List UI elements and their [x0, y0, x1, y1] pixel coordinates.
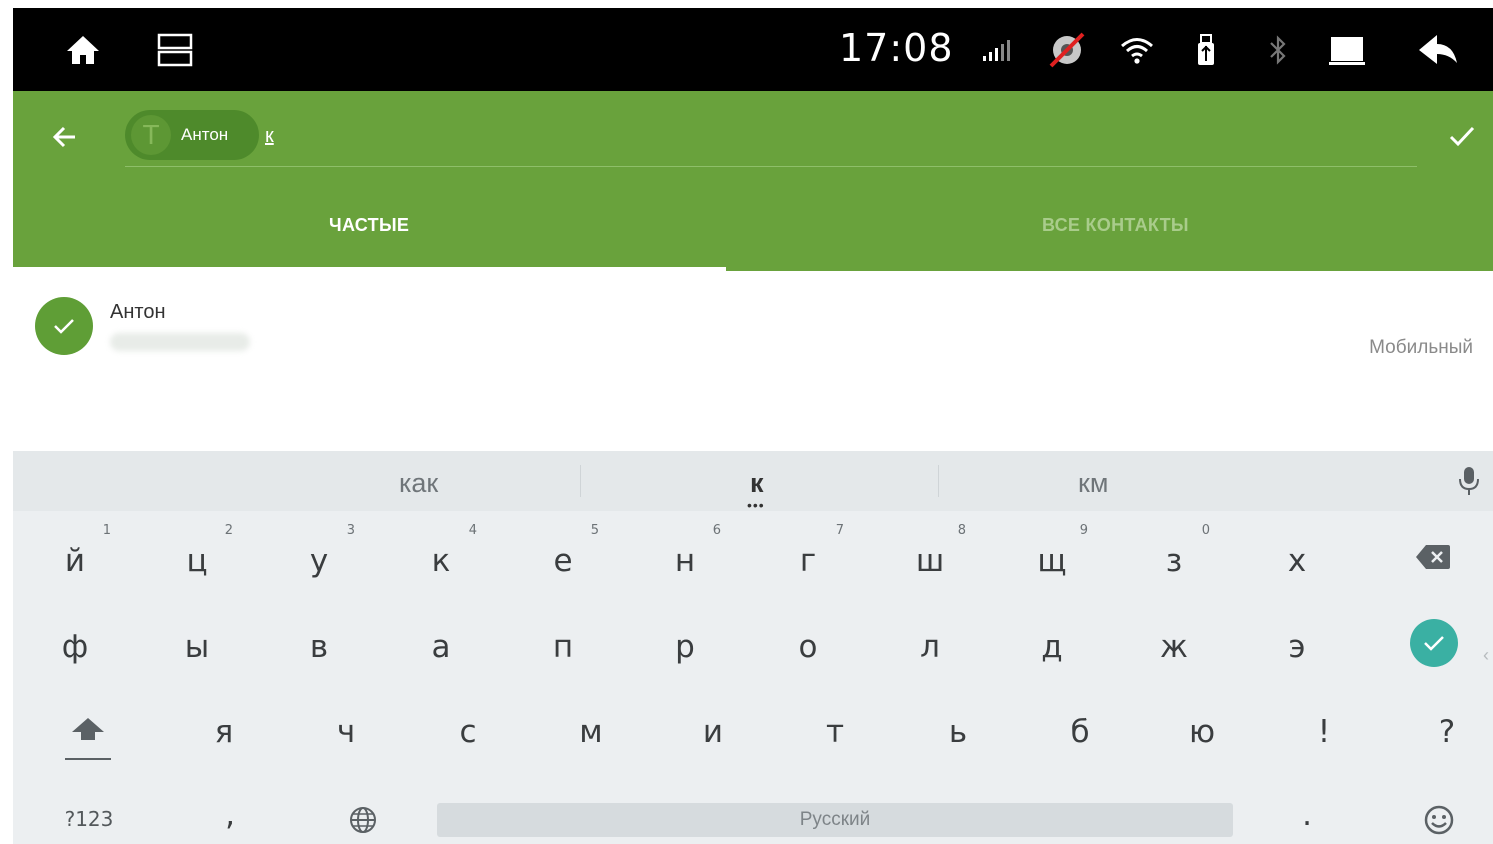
key-ф[interactable]: ф — [15, 607, 135, 687]
suggestion-3[interactable]: км — [1078, 468, 1108, 499]
gps-off-icon — [1047, 8, 1087, 91]
key-т[interactable]: т — [775, 692, 895, 772]
symbols-key[interactable]: ?123 — [29, 773, 149, 844]
key-м[interactable]: м — [531, 692, 651, 772]
usb-icon — [1193, 8, 1219, 91]
key-а[interactable]: а — [381, 607, 501, 687]
period-key[interactable]: . — [1247, 773, 1367, 844]
check-icon — [54, 319, 74, 334]
key-е[interactable]: 5е — [503, 521, 623, 601]
suggestion-divider — [938, 465, 939, 497]
contact-avatar — [35, 297, 93, 355]
suggestion-strip: как к ••• км — [13, 451, 1493, 513]
shift-underline — [65, 758, 111, 760]
key-ю[interactable]: ю — [1142, 692, 1262, 772]
bluetooth-icon — [1265, 8, 1291, 91]
clock: 17:08 — [839, 26, 954, 70]
key-ь[interactable]: ь — [898, 692, 1018, 772]
back-arrow-icon[interactable] — [49, 121, 81, 153]
key-exclamation[interactable]: ! — [1264, 692, 1384, 772]
key-э[interactable]: э — [1237, 607, 1357, 687]
key-ц[interactable]: 2ц — [137, 521, 257, 601]
key-у[interactable]: 3у — [259, 521, 379, 601]
shift-key[interactable] — [29, 692, 149, 772]
keyboard: как к ••• км 1й 2ц 3у 4к 5е 6н 7г 8ш 9щ … — [13, 451, 1493, 844]
recipient-chip[interactable]: T Антон — [125, 110, 259, 160]
backspace-key[interactable] — [1375, 521, 1493, 601]
key-ж[interactable]: ж — [1114, 607, 1234, 687]
key-р[interactable]: р — [625, 607, 745, 687]
key-к[interactable]: 4к — [381, 521, 501, 601]
backspace-icon — [1416, 545, 1450, 569]
key-б[interactable]: б — [1020, 692, 1140, 772]
mic-icon[interactable] — [1457, 465, 1481, 497]
check-icon — [1424, 636, 1444, 651]
confirm-check-icon[interactable] — [1447, 121, 1477, 151]
suggestion-2[interactable]: к — [750, 468, 764, 499]
emoji-icon — [1424, 805, 1454, 835]
globe-icon — [350, 807, 376, 833]
emoji-key[interactable] — [1379, 773, 1493, 844]
enter-key[interactable] — [1410, 619, 1458, 667]
key-question[interactable]: ? — [1387, 692, 1493, 772]
chip-avatar: T — [131, 115, 171, 155]
key-н[interactable]: 6н — [625, 521, 745, 601]
key-л[interactable]: л — [870, 607, 990, 687]
search-input[interactable]: к — [265, 125, 274, 148]
app-header: T Антон к ЧАСТЫЕ ВСЕ КОНТАКТЫ — [13, 91, 1493, 271]
language-key[interactable] — [303, 773, 423, 844]
contact-row[interactable]: Антон Мобильный — [13, 271, 1493, 451]
key-я[interactable]: я — [164, 692, 284, 772]
space-key[interactable]: Русский — [437, 803, 1233, 837]
key-з[interactable]: 0з — [1114, 521, 1234, 601]
key-ш[interactable]: 8ш — [870, 521, 990, 601]
key-и[interactable]: и — [653, 692, 773, 772]
contact-name: Антон — [110, 301, 166, 323]
key-п[interactable]: п — [503, 607, 623, 687]
key-й[interactable]: 1й — [15, 521, 135, 601]
chip-name: Антон — [181, 125, 229, 144]
contact-phone-type: Мобильный — [1369, 337, 1473, 358]
back-icon[interactable] — [1415, 8, 1461, 91]
shift-icon — [72, 718, 104, 740]
key-х[interactable]: х — [1237, 521, 1357, 601]
search-underline — [125, 166, 1417, 167]
key-о[interactable]: о — [748, 607, 868, 687]
more-suggestions-dots: ••• — [747, 497, 765, 513]
key-щ[interactable]: 9щ — [992, 521, 1112, 601]
key-с[interactable]: с — [408, 692, 528, 772]
key-ч[interactable]: ч — [286, 692, 406, 772]
tab-all-contacts[interactable]: ВСЕ КОНТАКТЫ — [1042, 215, 1189, 236]
tab-frequent[interactable]: ЧАСТЫЕ — [329, 215, 409, 236]
side-caret-icon: ‹ — [1483, 645, 1489, 665]
contact-number-blurred — [110, 333, 250, 351]
status-bar: 17:08 — [13, 8, 1493, 91]
home-icon[interactable] — [61, 8, 105, 91]
screen: 17:08 T Антон к ЧАСТЫЕ ВСЕ КОНТАКТЫ Анто… — [13, 8, 1493, 844]
wifi-icon — [1117, 8, 1157, 91]
signal-icon — [979, 8, 1013, 91]
recent-apps-icon[interactable] — [155, 8, 195, 91]
key-ы[interactable]: ы — [137, 607, 257, 687]
key-д[interactable]: д — [992, 607, 1112, 687]
comma-key[interactable]: , — [170, 773, 290, 844]
key-в[interactable]: в — [259, 607, 379, 687]
suggestion-1[interactable]: как — [399, 468, 438, 499]
key-г[interactable]: 7г — [748, 521, 868, 601]
suggestion-divider — [580, 465, 581, 497]
screen-icon[interactable] — [1325, 8, 1369, 91]
